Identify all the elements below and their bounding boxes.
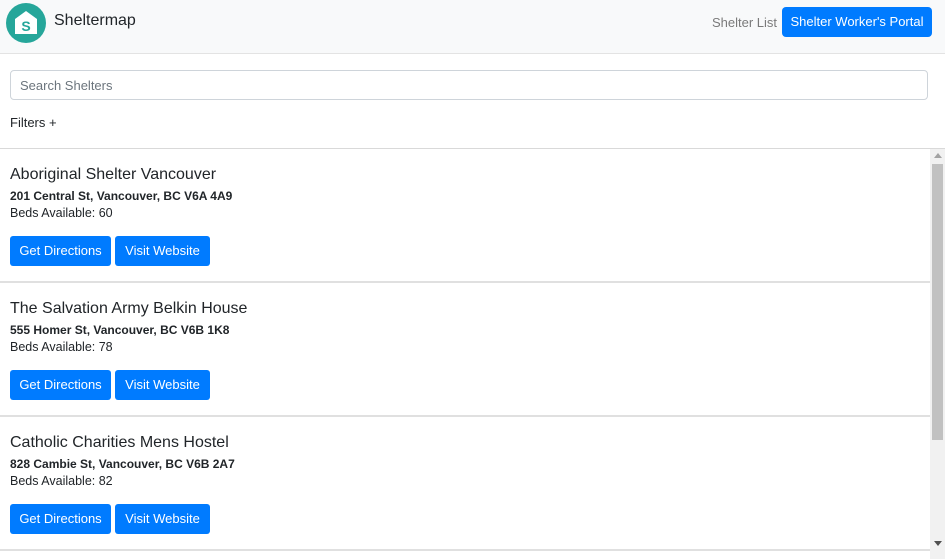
beds-available: Beds Available: 82 (10, 474, 113, 488)
house-s-logo-icon[interactable]: S (6, 3, 46, 43)
get-directions-button[interactable]: Get Directions (10, 236, 111, 266)
scrollbar-thumb[interactable] (932, 164, 943, 440)
shelter-address: 201 Central St, Vancouver, BC V6A 4A9 (10, 189, 233, 203)
shelter-card: Aboriginal Shelter Vancouver 201 Central… (0, 149, 930, 283)
shelter-address: 555 Homer St, Vancouver, BC V6B 1K8 (10, 323, 230, 337)
get-directions-button[interactable]: Get Directions (10, 370, 111, 400)
search-panel: Filters + (0, 54, 945, 149)
shelter-card: Catholic Charities Mens Hostel 828 Cambi… (0, 417, 930, 551)
shelter-list-link[interactable]: Shelter List (712, 15, 777, 30)
beds-available: Beds Available: 78 (10, 340, 113, 354)
list-scrollbar[interactable] (930, 149, 945, 559)
visit-website-button[interactable]: Visit Website (115, 504, 210, 534)
search-input[interactable] (10, 70, 928, 100)
shelter-workers-portal-button[interactable]: Shelter Worker's Portal (782, 7, 932, 37)
visit-website-button[interactable]: Visit Website (115, 236, 210, 266)
shelter-name: The Salvation Army Belkin House (10, 300, 248, 317)
shelter-card: The Salvation Army Belkin House 555 Home… (0, 283, 930, 417)
shelter-list: Aboriginal Shelter Vancouver 201 Central… (0, 149, 930, 559)
top-navbar: S Sheltermap Shelter List Shelter Worker… (0, 0, 945, 54)
shelter-name: Catholic Charities Mens Hostel (10, 434, 229, 451)
scroll-up-arrow-icon[interactable] (934, 153, 942, 158)
get-directions-button[interactable]: Get Directions (10, 504, 111, 534)
svg-text:S: S (21, 18, 30, 34)
visit-website-button[interactable]: Visit Website (115, 370, 210, 400)
shelter-name: Aboriginal Shelter Vancouver (10, 166, 217, 183)
filters-toggle[interactable]: Filters + (10, 115, 57, 130)
scroll-down-arrow-icon[interactable] (934, 541, 942, 546)
brand-name[interactable]: Sheltermap (54, 12, 136, 30)
shelter-address: 828 Cambie St, Vancouver, BC V6B 2A7 (10, 457, 235, 471)
beds-available: Beds Available: 60 (10, 206, 113, 220)
